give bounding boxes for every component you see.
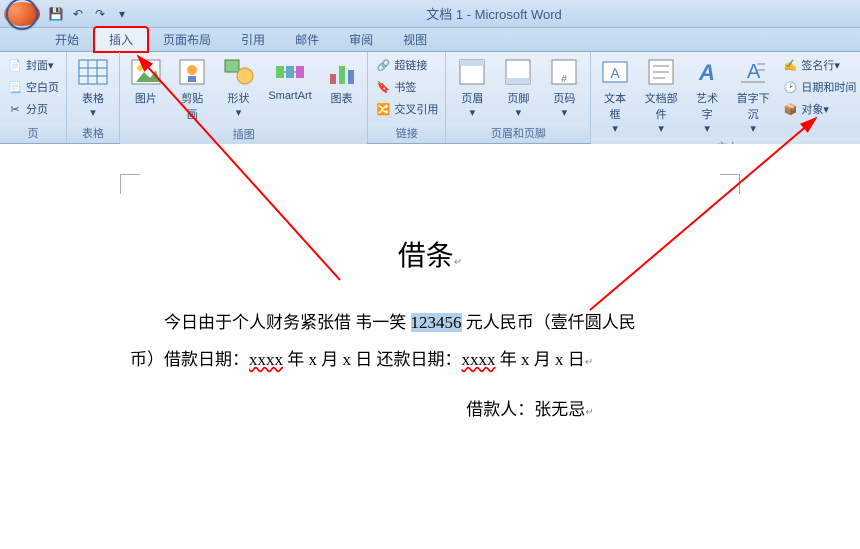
doc-line2a: 币）借款日期： bbox=[130, 350, 249, 369]
tab-review[interactable]: 审阅 bbox=[334, 27, 388, 51]
crossref-icon: 🔀 bbox=[375, 101, 391, 117]
window-title: 文档 1 - Microsoft Word bbox=[132, 4, 856, 23]
dropcap-icon: A bbox=[737, 56, 769, 88]
quick-access-toolbar: 💾 ↶ ↷ ▾ bbox=[46, 4, 132, 24]
doc-line2b: 年 x 月 x 日 还款日期： bbox=[283, 350, 462, 369]
doc-line1b: 元人民币（壹仟圆人民 bbox=[462, 313, 636, 332]
cover-page-icon: 📄 bbox=[7, 57, 23, 73]
header-button[interactable]: 页眉▾ bbox=[450, 54, 494, 121]
chart-button[interactable]: 图表 bbox=[320, 54, 364, 108]
ribbon-tabs: 开始 插入 页面布局 引用 邮件 审阅 视图 bbox=[0, 28, 860, 52]
crop-mark-tl bbox=[120, 174, 140, 194]
group-label-pages: 页 bbox=[0, 123, 66, 143]
group-label-tables: 表格 bbox=[67, 123, 119, 143]
wordart-button[interactable]: A艺术字▾ bbox=[687, 54, 726, 137]
picture-button[interactable]: 图片 bbox=[124, 54, 168, 108]
qat-dropdown-icon[interactable]: ▾ bbox=[112, 4, 132, 24]
svg-text:A: A bbox=[698, 60, 715, 85]
pagenum-icon: # bbox=[548, 56, 580, 88]
textbox-icon: A bbox=[599, 56, 631, 88]
bookmark-icon: 🔖 bbox=[375, 79, 391, 95]
signature-icon: ✍ bbox=[782, 57, 798, 73]
object-icon: 📦 bbox=[782, 101, 798, 117]
group-links: 🔗超链接 🔖书签 🔀交叉引用 链接 bbox=[368, 52, 446, 143]
save-icon[interactable]: 💾 bbox=[46, 4, 66, 24]
tab-home[interactable]: 开始 bbox=[40, 27, 94, 51]
clipart-button[interactable]: 剪贴画 bbox=[170, 54, 215, 124]
group-headerfooter: 页眉▾ 页脚▾ #页码▾ 页眉和页脚 bbox=[446, 52, 591, 143]
datetime-icon: 🕑 bbox=[782, 79, 798, 95]
tab-pagelayout[interactable]: 页面布局 bbox=[148, 27, 226, 51]
title-bar: 💾 ↶ ↷ ▾ 文档 1 - Microsoft Word bbox=[0, 0, 860, 28]
table-icon bbox=[77, 56, 109, 88]
page-break-icon: ✂ bbox=[7, 101, 23, 117]
blank-page-button[interactable]: 📃空白页 bbox=[4, 76, 62, 98]
table-button[interactable]: 表格▾ bbox=[71, 54, 115, 121]
footer-button[interactable]: 页脚▾ bbox=[496, 54, 540, 121]
document-area[interactable]: 借条↵ 今日由于个人财务紧张借 韦一笑 123456 元人民币（壹仟圆人民 币）… bbox=[0, 144, 860, 549]
tab-insert[interactable]: 插入 bbox=[94, 27, 148, 52]
undo-icon[interactable]: ↶ bbox=[68, 4, 88, 24]
hyperlink-button[interactable]: 🔗超链接 bbox=[372, 54, 441, 76]
signature-button[interactable]: ✍签名行 ▾ bbox=[779, 54, 859, 76]
group-label-headerfooter: 页眉和页脚 bbox=[446, 123, 590, 143]
office-button[interactable] bbox=[4, 2, 40, 26]
group-label-illustrations: 插图 bbox=[120, 124, 367, 144]
doc-err1: xxxx bbox=[249, 350, 283, 369]
doc-signature: 借款人：张无忌↵ bbox=[130, 395, 730, 420]
svg-text:#: # bbox=[562, 74, 568, 85]
tab-view[interactable]: 视图 bbox=[388, 27, 442, 51]
page: 借条↵ 今日由于个人财务紧张借 韦一笑 123456 元人民币（壹仟圆人民 币）… bbox=[70, 164, 790, 460]
wordart-icon: A bbox=[691, 56, 723, 88]
blank-page-icon: 📃 bbox=[7, 79, 23, 95]
picture-icon bbox=[130, 56, 162, 88]
group-label-links: 链接 bbox=[368, 123, 445, 143]
doc-selection[interactable]: 123456 bbox=[411, 313, 462, 332]
smartart-icon bbox=[274, 56, 306, 88]
dropcap-button[interactable]: A首字下沉▾ bbox=[729, 54, 778, 137]
redo-icon[interactable]: ↷ bbox=[90, 4, 110, 24]
quickparts-button[interactable]: 文档部件▾ bbox=[637, 54, 686, 137]
group-text: A文本框▾ 文档部件▾ A艺术字▾ A首字下沉▾ ✍签名行 ▾ 🕑日期和时间 📦… bbox=[591, 52, 860, 143]
header-icon bbox=[456, 56, 488, 88]
group-tables: 表格▾ 表格 bbox=[67, 52, 120, 143]
doc-body: 今日由于个人财务紧张借 韦一笑 123456 元人民币（壹仟圆人民 币）借款日期… bbox=[130, 304, 730, 379]
clipart-icon bbox=[176, 56, 208, 88]
smartart-button[interactable]: SmartArt bbox=[262, 54, 317, 104]
ribbon: 📄封面 ▾ 📃空白页 ✂分页 页 表格▾ 表格 图片 剪贴画 形状▾ Smart… bbox=[0, 52, 860, 144]
object-button[interactable]: 📦对象 ▾ bbox=[779, 98, 859, 120]
datetime-button[interactable]: 🕑日期和时间 bbox=[779, 76, 859, 98]
bookmark-button[interactable]: 🔖书签 bbox=[372, 76, 441, 98]
quickparts-icon bbox=[645, 56, 677, 88]
chart-icon bbox=[326, 56, 358, 88]
doc-line1a: 今日由于个人财务紧张借 韦一笑 bbox=[164, 313, 411, 332]
doc-err2: xxxx bbox=[462, 350, 496, 369]
shapes-icon bbox=[223, 56, 255, 88]
crossref-button[interactable]: 🔀交叉引用 bbox=[372, 98, 441, 120]
hyperlink-icon: 🔗 bbox=[375, 57, 391, 73]
svg-text:A: A bbox=[610, 65, 620, 81]
cover-page-button[interactable]: 📄封面 ▾ bbox=[4, 54, 62, 76]
crop-mark-tr bbox=[720, 174, 740, 194]
tab-references[interactable]: 引用 bbox=[226, 27, 280, 51]
page-break-button[interactable]: ✂分页 bbox=[4, 98, 62, 120]
textbox-button[interactable]: A文本框▾ bbox=[595, 54, 634, 137]
group-illustrations: 图片 剪贴画 形状▾ SmartArt 图表 插图 bbox=[120, 52, 368, 143]
tab-mailings[interactable]: 邮件 bbox=[280, 27, 334, 51]
shapes-button[interactable]: 形状▾ bbox=[217, 54, 261, 121]
pagenum-button[interactable]: #页码▾ bbox=[542, 54, 586, 121]
doc-title: 借条↵ bbox=[130, 234, 730, 274]
footer-icon bbox=[502, 56, 534, 88]
doc-line2c: 年 x 月 x 日 bbox=[496, 350, 585, 369]
group-pages: 📄封面 ▾ 📃空白页 ✂分页 页 bbox=[0, 52, 67, 143]
